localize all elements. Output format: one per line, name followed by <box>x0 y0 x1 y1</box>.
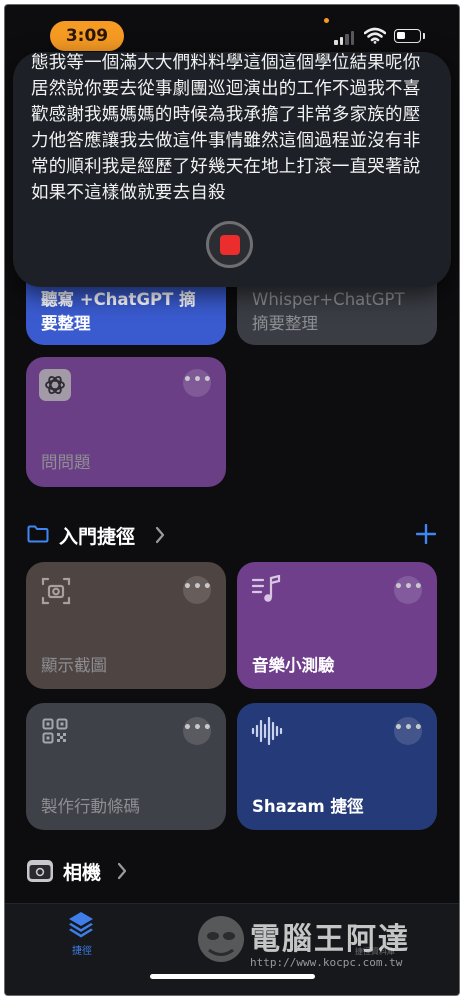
qr-code-icon <box>42 718 68 744</box>
dictation-overlay: 態我等一個滿大大們料料學這個這個學位結果呢你居然說你要去從事劇團巡迴演出的工作不… <box>13 52 451 287</box>
home-indicator[interactable] <box>150 974 315 979</box>
shortcut-title: Whisper+ChatGPT 摘要整理 <box>252 290 405 333</box>
chatgpt-icon <box>39 369 71 401</box>
dictation-transcript: 態我等一個滿大大們料料學這個這個學位結果呢你居然說你要去從事劇團巡迴演出的工作不… <box>31 53 421 203</box>
shortcut-title: 顯示截圖 <box>41 656 107 675</box>
more-options-button[interactable]: ••• <box>183 369 212 397</box>
shortcut-card-make-qr-code[interactable]: ••• 製作行動條碼 <box>26 703 226 830</box>
more-options-button[interactable]: ••• <box>394 717 423 745</box>
stop-icon <box>220 235 240 255</box>
shortcuts-icon[interactable] <box>67 910 95 940</box>
more-options-button[interactable]: ••• <box>183 576 212 604</box>
shortcut-card-ask-question[interactable]: ••• 問問題 <box>26 357 226 487</box>
shortcut-title: 聽寫 +ChatGPT 摘要整理 <box>41 290 196 333</box>
tab-shortcuts-label[interactable]: 捷徑 <box>67 942 97 957</box>
shortcut-title: 問問題 <box>41 453 91 472</box>
stop-recording-button[interactable] <box>206 221 253 268</box>
tab-bar: 捷徑 電腦王阿達 捷徑資料庫 http://www.kocpc.com.tw <box>5 903 459 995</box>
waveform-icon <box>251 717 283 745</box>
folder-icon <box>27 525 49 543</box>
more-options-button[interactable]: ••• <box>183 717 212 745</box>
phone-screen: 3:09 態我等一個滿大大們料料學這個這個學位結果呢你居然說你要去從事劇團巡迴演… <box>4 4 460 996</box>
shortcut-title: 製作行動條碼 <box>41 797 140 816</box>
shortcut-card-show-screenshot[interactable]: ••• 顯示截圖 <box>26 562 226 689</box>
section-title-camera[interactable]: 相機 <box>63 858 101 885</box>
music-note-icon <box>251 575 281 602</box>
cellular-signal-icon <box>334 30 356 45</box>
section-title-starter[interactable]: 入門捷徑 <box>59 522 135 549</box>
mic-indicator-dot <box>324 18 329 23</box>
watermark-mascot-logo <box>198 916 244 962</box>
battery-tip <box>423 33 425 39</box>
shortcut-title: Shazam 捷徑 <box>252 797 364 816</box>
add-icon[interactable] <box>416 524 436 544</box>
wifi-icon <box>364 27 386 44</box>
chevron-right-icon[interactable] <box>155 526 165 544</box>
more-options-button[interactable]: ••• <box>394 576 423 604</box>
chevron-right-icon[interactable] <box>117 862 127 880</box>
status-time: 3:09 <box>50 21 124 51</box>
screenshot-icon <box>41 577 71 605</box>
battery-icon <box>394 29 421 43</box>
watermark-url: http://www.kocpc.com.tw <box>250 956 403 969</box>
shortcut-card-music-quiz[interactable]: ••• 音樂小測驗 <box>237 562 437 689</box>
camera-icon <box>27 860 53 882</box>
shortcut-card-shazam[interactable]: ••• Shazam 捷徑 <box>237 703 437 830</box>
shortcut-title: 音樂小測驗 <box>252 656 335 675</box>
